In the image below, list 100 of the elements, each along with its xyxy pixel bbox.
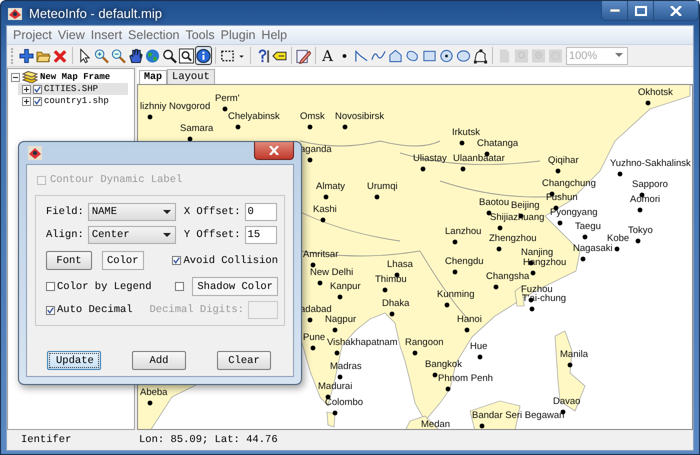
curve-polygon-icon[interactable]	[473, 48, 488, 64]
status-text: Ientifer	[20, 434, 72, 446]
dialog-button[interactable]: Clear	[217, 351, 271, 370]
selected-layer-row[interactable]: CITIES.SHP	[18, 83, 128, 95]
menu-item[interactable]: Project	[10, 28, 55, 42]
city-label: Tokyo	[628, 225, 653, 236]
city-label: Shijiazhuang	[490, 212, 544, 223]
dialog-button[interactable]: Add	[132, 351, 186, 370]
layer-label[interactable]: country1.shp	[44, 96, 109, 106]
city-label: Hue	[470, 341, 488, 352]
shadow-color-button[interactable]: Shadow Color	[192, 277, 278, 296]
city-label: Sapporo	[632, 179, 668, 190]
info-icon[interactable]	[196, 48, 211, 64]
polyline-icon[interactable]	[354, 48, 369, 64]
ellipse-icon[interactable]	[456, 48, 471, 64]
checkbox[interactable]	[172, 256, 182, 265]
city-label: Fushun	[546, 192, 578, 203]
checkbox[interactable]	[33, 84, 42, 94]
circle-icon[interactable]	[439, 48, 454, 64]
edit-icon[interactable]	[296, 48, 311, 64]
checkbox[interactable]	[46, 306, 55, 314]
city-label: Changsha	[486, 271, 530, 282]
polygon-icon[interactable]	[388, 48, 403, 64]
city-label: Amritsar	[303, 249, 338, 260]
island-shape	[470, 400, 520, 429]
dropdown[interactable]: NAME	[88, 203, 176, 221]
city-label: Kanpur	[330, 281, 361, 292]
font-button[interactable]: Font	[46, 251, 92, 270]
dashed-rectangle-icon[interactable]	[220, 48, 235, 64]
city-label: Nanjing	[521, 247, 554, 258]
island-shape	[326, 412, 336, 428]
checkbox[interactable]	[46, 282, 55, 291]
close-button[interactable]	[654, 1, 698, 20]
plus-icon[interactable]	[19, 48, 34, 64]
city-label: Yuzhno-Sakhalinsk	[610, 158, 691, 169]
minimize-button[interactable]	[602, 1, 628, 20]
city-label: Kobe	[607, 233, 630, 244]
tab[interactable]: Map	[139, 70, 168, 84]
city-label: Irkutsk	[452, 127, 480, 138]
app-icon	[7, 5, 23, 21]
menu-item[interactable]: Selection	[125, 28, 182, 42]
globe-icon[interactable]	[145, 48, 160, 64]
map-frame-label[interactable]: New Map Frame	[40, 72, 110, 82]
city-label: Manila	[560, 349, 588, 360]
city-label: Chatanga	[477, 138, 518, 149]
checkbox-label: Avoid Collision	[183, 254, 278, 266]
city-label: Abeba	[140, 387, 168, 398]
dropdown-value: NAME	[92, 206, 118, 218]
expander-icon[interactable]	[22, 84, 31, 94]
text-field[interactable]: 15	[244, 226, 277, 244]
magnifier-icon[interactable]	[162, 48, 177, 64]
city-label: Zhengzhou	[489, 233, 537, 244]
city-label: Kashi	[313, 204, 337, 215]
city-label: Changchung	[542, 178, 596, 189]
city-label: Madras	[330, 361, 362, 372]
tab[interactable]: Layout	[167, 69, 215, 84]
city-label: Kunming	[437, 289, 474, 300]
city-label: Omsk	[300, 111, 325, 122]
checkbox-label: Auto Decimal	[57, 304, 133, 316]
city-label: Rangoon	[405, 337, 444, 348]
zoom-in-icon[interactable]	[94, 48, 109, 64]
city-label: Bandar Seri Begawan	[472, 410, 564, 421]
menu-item[interactable]: Help	[258, 28, 290, 42]
city-label: Chelyabinsk	[228, 111, 280, 122]
city-label: Madurai	[318, 381, 352, 392]
city-label: Davao	[553, 396, 580, 407]
zoom-out-icon[interactable]	[111, 48, 126, 64]
checkbox[interactable]	[175, 282, 184, 291]
close-button[interactable]	[254, 142, 294, 160]
expander-icon[interactable]	[11, 72, 20, 82]
text-tool-button[interactable]: A	[319, 46, 336, 65]
magnifier-frame-icon[interactable]	[179, 48, 194, 64]
field-label: Decimal Digits:	[149, 304, 244, 316]
maximize-button[interactable]	[628, 1, 654, 20]
field-label: X Offset:	[184, 206, 241, 218]
menu-item[interactable]: View	[54, 28, 88, 42]
coordinates-text: Lon: 85.09; Lat: 44.76	[139, 434, 278, 446]
menu-item[interactable]: Insert	[88, 28, 126, 42]
menu-item[interactable]: Tools	[182, 28, 218, 42]
close-icon	[269, 146, 279, 155]
dropdown[interactable]: Center	[88, 226, 176, 244]
city-label: Colombo	[325, 397, 364, 408]
checkbox[interactable]	[33, 96, 42, 106]
hand-icon[interactable]	[128, 48, 143, 64]
field-label: Align:	[46, 229, 84, 241]
checkbox-label: Color by Legend	[57, 280, 152, 292]
cross-icon[interactable]	[53, 48, 68, 64]
window-title: MeteoInfo - default.mip	[29, 6, 162, 20]
dialog-button[interactable]: Update	[47, 351, 101, 370]
caret-icon	[162, 232, 171, 238]
city-label: Hanoi	[457, 314, 482, 325]
menu-item[interactable]: Plugin	[218, 28, 258, 42]
city-label: Nagasaki	[573, 243, 613, 254]
city-label: T'ai-chung	[522, 293, 566, 304]
city-label: Bangkok	[425, 359, 462, 370]
city-label: Pune	[303, 332, 326, 343]
text-field[interactable]: 0	[244, 203, 277, 221]
color-button[interactable]: Color	[102, 251, 144, 270]
city-label: Uliastay	[413, 153, 447, 164]
expander-icon[interactable]	[22, 96, 31, 106]
